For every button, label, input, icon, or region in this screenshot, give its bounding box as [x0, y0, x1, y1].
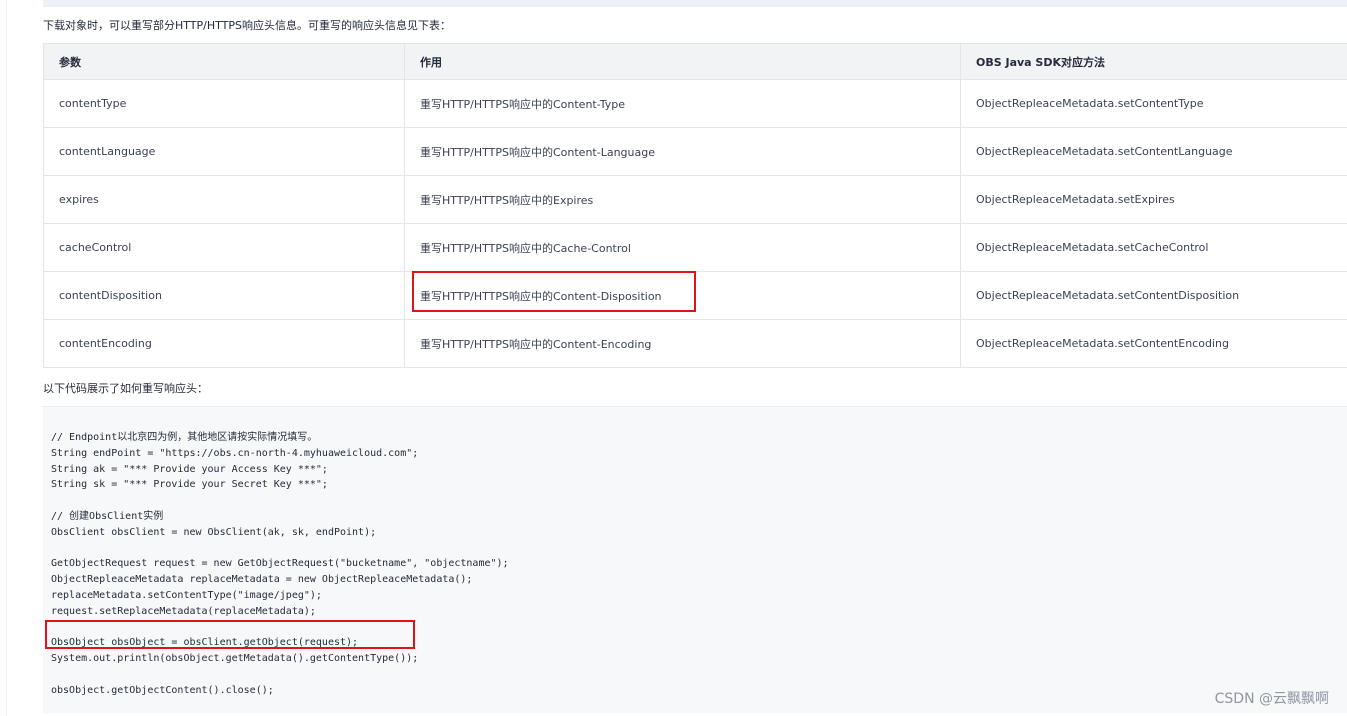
table-row: expires 重写HTTP/HTTPS响应中的Expires ObjectRe… — [43, 175, 1347, 224]
method-cell: ObjectRepleaceMetadata.setContentLanguag… — [960, 127, 1347, 176]
header-purpose: 作用 — [404, 43, 961, 80]
left-rule — [6, 0, 7, 716]
table-highlight-box — [412, 271, 696, 312]
method-cell: ObjectRepleaceMetadata.setContentEncodin… — [960, 319, 1347, 368]
header-sdk-method: OBS Java SDK对应方法 — [960, 43, 1347, 80]
param-cell: contentLanguage — [43, 127, 405, 176]
method-cell: ObjectRepleaceMetadata.setCacheControl — [960, 223, 1347, 272]
table-row: cacheControl 重写HTTP/HTTPS响应中的Cache-Contr… — [43, 223, 1347, 272]
top-strip — [43, 0, 1347, 7]
table-header-row: 参数 作用 OBS Java SDK对应方法 — [43, 43, 1347, 80]
code-line: replaceMetadata.setContentType("image/jp… — [51, 589, 322, 601]
intro-text: 下载对象时，可以重写部分HTTP/HTTPS响应头信息。可重写的响应头信息见下表… — [43, 19, 451, 32]
code-line: System.out.println(obsObject.getMetadata… — [51, 653, 419, 665]
param-cell: contentType — [43, 79, 405, 128]
table-row: contentEncoding 重写HTTP/HTTPS响应中的Content-… — [43, 319, 1347, 368]
params-table: 参数 作用 OBS Java SDK对应方法 contentType 重写HTT… — [43, 43, 1347, 368]
code-line: // Endpoint以北京四为例，其他地区请按实际情况填写。 — [51, 432, 318, 443]
method-cell: ObjectRepleaceMetadata.setExpires — [960, 175, 1347, 224]
method-cell: ObjectRepleaceMetadata.setContentType — [960, 79, 1347, 128]
code-line: ObsClient obsClient = new ObsClient(ak, … — [51, 526, 377, 538]
code-lines: // Endpoint以北京四为例，其他地区请按实际情况填写。 String en… — [51, 430, 509, 699]
header-param: 参数 — [43, 43, 405, 80]
table-row: contentType 重写HTTP/HTTPS响应中的Content-Type… — [43, 79, 1347, 128]
param-cell: cacheControl — [43, 223, 405, 272]
code-line: obsObject.getObjectContent().close(); — [51, 684, 274, 696]
code-block[interactable]: // Endpoint以北京四为例，其他地区请按实际情况填写。 String en… — [43, 406, 1347, 713]
method-cell: ObjectRepleaceMetadata.setContentDisposi… — [960, 271, 1347, 320]
table-row: contentLanguage 重写HTTP/HTTPS响应中的Content-… — [43, 127, 1347, 176]
param-cell: contentDisposition — [43, 271, 405, 320]
param-cell: expires — [43, 175, 405, 224]
purpose-cell: 重写HTTP/HTTPS响应中的Content-Type — [404, 79, 961, 128]
purpose-cell: 重写HTTP/HTTPS响应中的Content-Language — [404, 127, 961, 176]
purpose-cell: 重写HTTP/HTTPS响应中的Cache-Control — [404, 223, 961, 272]
code-highlight-box — [45, 620, 415, 649]
code-line: String sk = "*** Provide your Secret Key… — [51, 479, 328, 491]
code-line: String endPoint = "https://obs.cn-north-… — [51, 447, 419, 459]
purpose-cell: 重写HTTP/HTTPS响应中的Content-Encoding — [404, 319, 961, 368]
code-line: ObjectRepleaceMetadata replaceMetadata =… — [51, 574, 473, 586]
param-cell: contentEncoding — [43, 319, 405, 368]
code-intro-text: 以下代码展示了如何重写响应头： — [43, 382, 208, 395]
code-line: request.setReplaceMetadata(replaceMetada… — [51, 605, 316, 617]
watermark: CSDN @云飘飘啊 — [1214, 691, 1329, 707]
code-line: String ak = "*** Provide your Access Key… — [51, 463, 328, 475]
code-line: // 创建ObsClient实例 — [51, 510, 164, 522]
code-line: GetObjectRequest request = new GetObject… — [51, 558, 509, 570]
purpose-cell: 重写HTTP/HTTPS响应中的Expires — [404, 175, 961, 224]
